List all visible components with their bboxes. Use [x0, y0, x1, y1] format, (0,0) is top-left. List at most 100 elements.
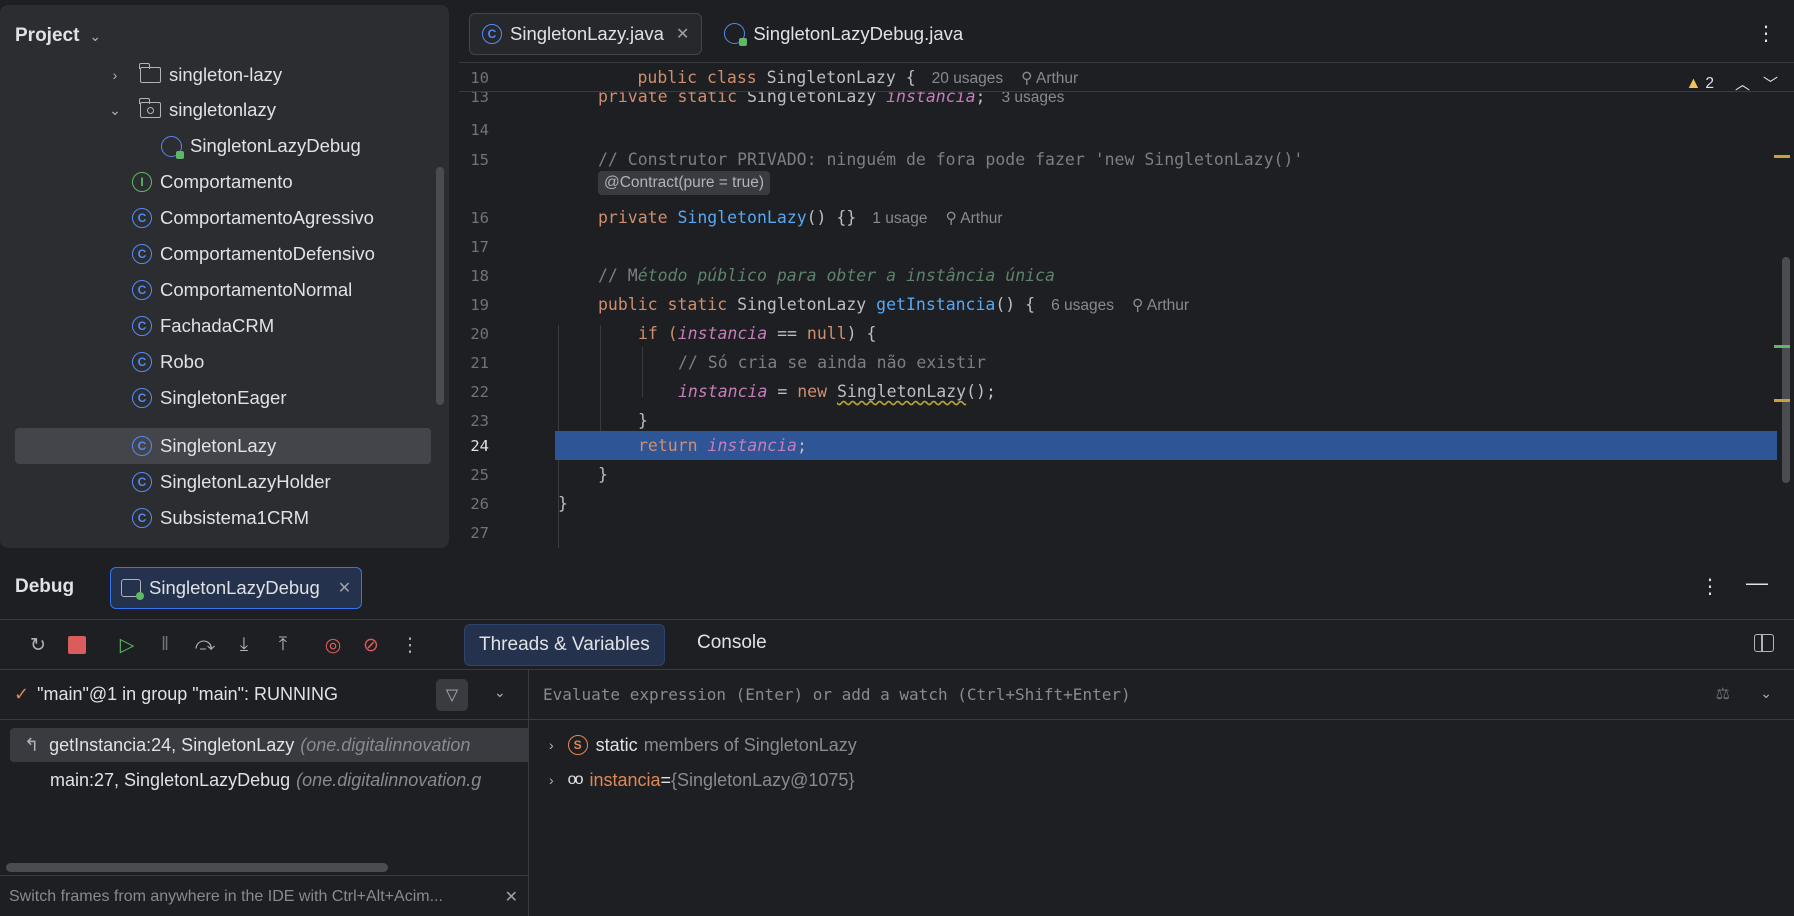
- warning-count[interactable]: ▲ 2: [1686, 75, 1714, 93]
- chevron-down-icon[interactable]: ⌄: [89, 28, 101, 45]
- step-out-icon[interactable]: ⤒: [270, 632, 296, 658]
- chevron-down-icon[interactable]: ⌄: [494, 684, 506, 701]
- tree-item-singletoneager[interactable]: C SingletonEager: [132, 381, 287, 415]
- variable-row-static[interactable]: › S static members of SingletonLazy: [549, 728, 857, 762]
- tree-item-label: ComportamentoDefensivo: [160, 243, 375, 264]
- chevron-down-icon[interactable]: ⌄: [108, 102, 122, 119]
- minimize-icon[interactable]: —: [1746, 570, 1768, 596]
- author-hint[interactable]: ⚲ Arthur: [1021, 69, 1078, 88]
- chevron-down-icon[interactable]: ﹀: [1763, 73, 1778, 94]
- code-line-18[interactable]: 18 // Método público para obter a instân…: [459, 261, 1794, 290]
- line-number: 23: [470, 411, 489, 430]
- variable-row-instancia[interactable]: › oo instancia = {SingletonLazy@1075}: [549, 763, 854, 797]
- debug-session-tab[interactable]: SingletonLazyDebug ✕: [110, 567, 363, 609]
- line-number: 16: [470, 208, 489, 227]
- resume-icon[interactable]: ▷: [114, 632, 140, 658]
- class-icon: C: [132, 508, 152, 528]
- chevron-right-icon[interactable]: ›: [549, 772, 554, 788]
- code-token: public class: [637, 67, 767, 87]
- tree-item-label: singletonlazy: [169, 99, 276, 120]
- tree-item-singletonlazy[interactable]: ⌄ singletonlazy: [108, 93, 276, 127]
- layout-icon[interactable]: [1754, 634, 1774, 652]
- tree-item-comportamentoagressivo[interactable]: C ComportamentoAgressivo: [132, 201, 374, 235]
- tree-item-comportamento[interactable]: I Comportamento: [132, 165, 293, 199]
- close-icon[interactable]: ✕: [338, 578, 351, 598]
- tab-console[interactable]: Console: [697, 632, 767, 654]
- tree-item-label: FachadaCRM: [160, 315, 275, 336]
- frame-row[interactable]: ↰ getInstancia:24, SingletonLazy (one.dig…: [10, 728, 528, 762]
- code-line-15[interactable]: 15 // Construtor PRIVADO: ninguém de for…: [459, 145, 1794, 174]
- code-line-27[interactable]: 27: [459, 518, 1794, 547]
- view-breakpoints-icon[interactable]: ◎: [320, 632, 346, 658]
- code-line-14[interactable]: 14: [459, 115, 1794, 144]
- code-line-17[interactable]: 17: [459, 232, 1794, 261]
- tree-item-singletonlazyholder[interactable]: C SingletonLazyHolder: [132, 465, 331, 499]
- tree-item-comportamentodefensivo[interactable]: C ComportamentoDefensivo: [132, 237, 375, 271]
- sticky-header-line[interactable]: 10 public class SingletonLazy {20 usages…: [459, 62, 1794, 92]
- chevron-up-icon[interactable]: ︿: [1735, 73, 1750, 94]
- debug-panel: Debug SingletonLazyDebug ✕ ⋮ — ↻ ▷ ‖ ⤼ ⤓…: [0, 556, 1794, 916]
- tree-item-label: SingletonLazyDebug: [190, 135, 361, 156]
- contract-annotation-hint[interactable]: @Contract(pure = true): [598, 171, 771, 195]
- line-number: 21: [470, 353, 489, 372]
- user-icon: ⚲: [1021, 69, 1036, 87]
- project-scrollbar[interactable]: [436, 167, 444, 405]
- tree-item-label: SingletonLazyHolder: [160, 471, 331, 492]
- more-vertical-icon[interactable]: ⋮: [1700, 574, 1720, 599]
- tree-item-singletonlazy-class[interactable]: C SingletonLazy: [15, 428, 431, 464]
- change-marker[interactable]: [1774, 345, 1790, 348]
- stop-icon[interactable]: [64, 632, 90, 658]
- tree-item-subsistema1crm[interactable]: C Subsistema1CRM: [132, 501, 309, 535]
- close-icon[interactable]: ✕: [505, 887, 518, 907]
- code-line-20[interactable]: 20 if (instancia == null) {: [459, 319, 1794, 348]
- tree-item-singleton-lazy[interactable]: › singleton-lazy: [108, 58, 282, 92]
- code-line-24-current[interactable]: 24 return instancia;: [459, 431, 1794, 460]
- line-number: 26: [470, 494, 489, 513]
- code-line-22[interactable]: 22 instancia = new SingletonLazy();: [459, 377, 1794, 406]
- class-icon: C: [132, 388, 152, 408]
- mute-breakpoints-icon[interactable]: ⊘: [358, 632, 384, 658]
- warning-marker[interactable]: [1774, 399, 1790, 402]
- debug-header: Debug SingletonLazyDebug ✕ ⋮ —: [0, 556, 1794, 619]
- tree-item-fachadacrm[interactable]: C FachadaCRM: [132, 309, 274, 343]
- runnable-class-icon: [161, 135, 184, 159]
- project-title[interactable]: Project: [15, 25, 79, 47]
- tab-threads-variables[interactable]: Threads & Variables: [464, 624, 665, 666]
- rerun-icon[interactable]: ↻: [25, 632, 51, 658]
- line-number: 22: [470, 382, 489, 401]
- pause-icon[interactable]: ‖: [152, 632, 178, 658]
- author-hint: ⚲ Arthur: [945, 209, 1003, 227]
- frames-horizontal-scrollbar[interactable]: [6, 863, 388, 872]
- warning-icon: ▲: [1685, 75, 1702, 92]
- chevron-right-icon[interactable]: ›: [549, 737, 554, 753]
- step-over-icon[interactable]: ⤼: [192, 632, 218, 658]
- usages-hint[interactable]: 20 usages: [932, 70, 1004, 87]
- more-vertical-icon[interactable]: ⋮: [1756, 21, 1776, 46]
- editor-scrollbar[interactable]: [1782, 257, 1790, 483]
- line-number: 14: [470, 120, 489, 139]
- step-into-icon[interactable]: ⤓: [231, 632, 257, 658]
- chevron-right-icon[interactable]: ›: [108, 67, 122, 83]
- chevron-down-icon[interactable]: ⌄: [1760, 685, 1772, 702]
- code-line-25[interactable]: 25 }: [459, 460, 1794, 489]
- add-watch-icon[interactable]: ⚖: [1716, 684, 1730, 704]
- warning-marker[interactable]: [1774, 155, 1790, 158]
- more-vertical-icon[interactable]: ⋮: [397, 632, 423, 658]
- frames-hint-bar: Switch frames from anywhere in the IDE w…: [0, 875, 528, 916]
- close-icon[interactable]: ✕: [676, 24, 689, 44]
- tree-item-robo[interactable]: C Robo: [132, 345, 204, 379]
- code-line-19[interactable]: 19 public static SingletonLazy getInstan…: [459, 290, 1794, 319]
- tree-item-label: SingletonLazy: [160, 435, 277, 456]
- folder-icon: [139, 63, 161, 83]
- tree-item-singletonlazydebug[interactable]: SingletonLazyDebug: [161, 129, 361, 163]
- return-arrow-icon: ↰: [24, 734, 40, 755]
- code-line-21[interactable]: 21 // Só cria se ainda não existir: [459, 348, 1794, 377]
- filter-icon[interactable]: ▽: [436, 679, 468, 711]
- evaluate-expression-input[interactable]: Evaluate expression (Enter) or add a wat…: [529, 670, 1794, 720]
- tree-item-label: singleton-lazy: [169, 64, 283, 85]
- code-line-26[interactable]: 26 }: [459, 489, 1794, 518]
- frame-row[interactable]: main:27, SingletonLazyDebug (one.digitali…: [50, 763, 481, 797]
- code-token: SingletonLazy {: [766, 67, 916, 87]
- code-line-16[interactable]: 16 private SingletonLazy() {} 1 usage ⚲ Ar…: [459, 203, 1794, 232]
- tree-item-comportamentonormal[interactable]: C ComportamentoNormal: [132, 273, 352, 307]
